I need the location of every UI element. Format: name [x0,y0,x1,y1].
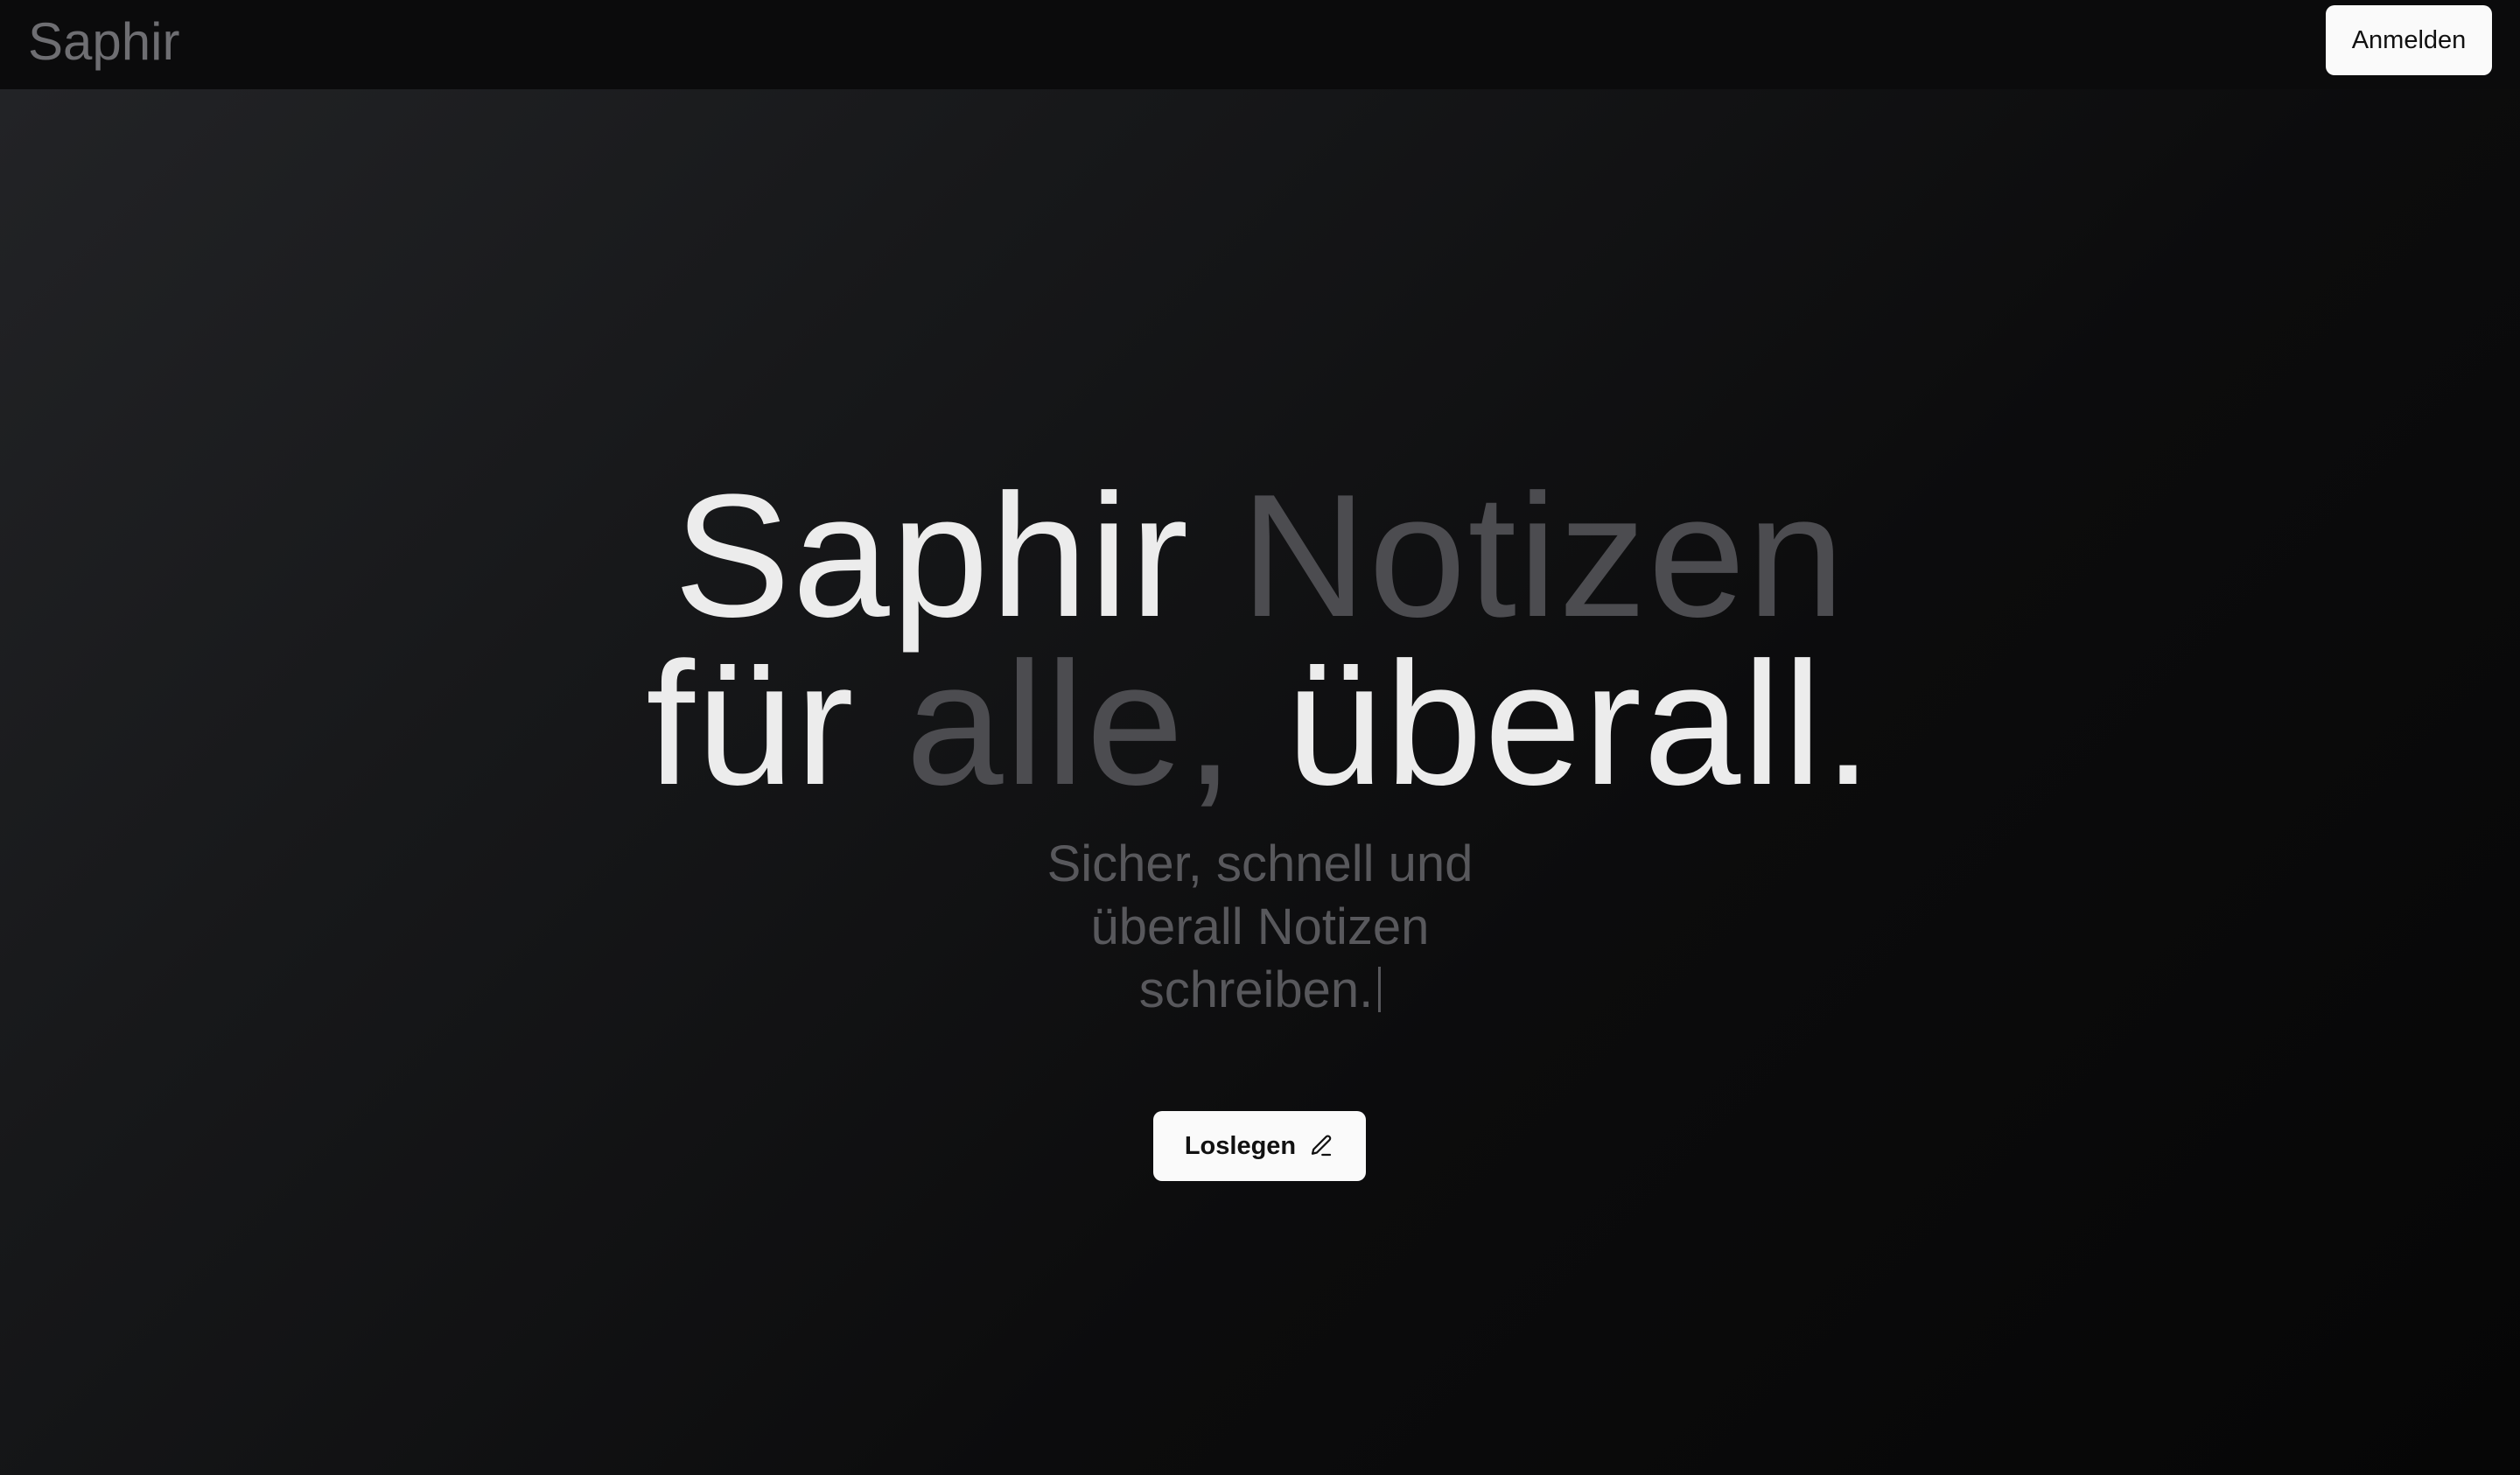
hero-subtitle-text: Sicher, schnell und überall Notizen schr… [1046,835,1474,1018]
headline-word-ueberall: überall. [1285,626,1874,821]
top-navigation-bar: Saphir Anmelden [0,0,2520,89]
landing-page: Saphir Anmelden Saphir Notizen für alle,… [0,0,2520,1475]
hero-headline: Saphir Notizen für alle, überall. [0,469,2520,812]
pencil-icon [1308,1133,1334,1159]
headline-word-notizen: Notizen [1240,458,1846,654]
headline-line-2: für alle, überall. [0,637,2520,812]
get-started-label: Loslegen [1184,1131,1297,1160]
headline-word-fuer: für [646,626,856,821]
headline-word-alle: alle, [906,626,1236,821]
login-button[interactable]: Anmelden [2326,5,2492,75]
hero-section: Saphir Notizen für alle, überall. Sicher… [0,469,2520,1022]
hero-subtitle: Sicher, schnell und überall Notizen schr… [1015,833,1505,1022]
brand-logo-text[interactable]: Saphir [28,7,179,77]
headline-line-1: Saphir Notizen [0,469,2520,644]
typing-caret [1378,967,1382,1012]
headline-word-saphir: Saphir [674,458,1191,654]
get-started-button[interactable]: Loslegen [1153,1111,1366,1181]
